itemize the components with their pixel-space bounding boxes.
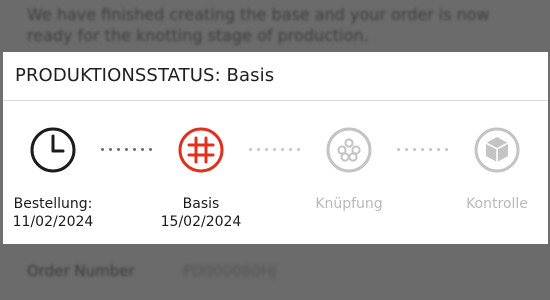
order-number-value: PD000080HJ — [183, 262, 277, 280]
step-4-label: Kontrolle — [466, 196, 528, 212]
step-2-label: Basis — [182, 196, 220, 212]
step-connector — [101, 148, 152, 152]
dialog-title: PRODUKTIONSSTATUS: Basis — [15, 65, 275, 86]
step-3-label-group: Knüpfung — [284, 195, 414, 213]
order-number-label: Order Number — [27, 262, 135, 280]
step-connector — [249, 148, 300, 152]
yarn-balls-icon — [324, 125, 374, 175]
step-1-label-group: Bestellung: 11/02/2024 — [0, 195, 118, 231]
step-3-label: Knüpfung — [315, 196, 383, 212]
step-connector — [397, 148, 448, 152]
background-message: We have finished creating the base and y… — [27, 5, 490, 45]
background-message-area: We have finished creating the base and y… — [0, 0, 550, 52]
grid-knot-icon — [176, 125, 226, 175]
step-1-label: Bestellung: — [13, 196, 93, 212]
production-status-dialog: PRODUKTIONSSTATUS: Basis Bestellung: 11/… — [3, 52, 548, 244]
step-2-date: 15/02/2024 — [160, 214, 242, 230]
step-4-label-group: Kontrolle — [432, 195, 550, 213]
title-divider — [3, 100, 548, 101]
step-1-date: 11/02/2024 — [12, 214, 94, 230]
box-icon — [472, 125, 522, 175]
step-2-label-group: Basis 15/02/2024 — [136, 195, 266, 231]
clock-icon — [28, 125, 78, 175]
